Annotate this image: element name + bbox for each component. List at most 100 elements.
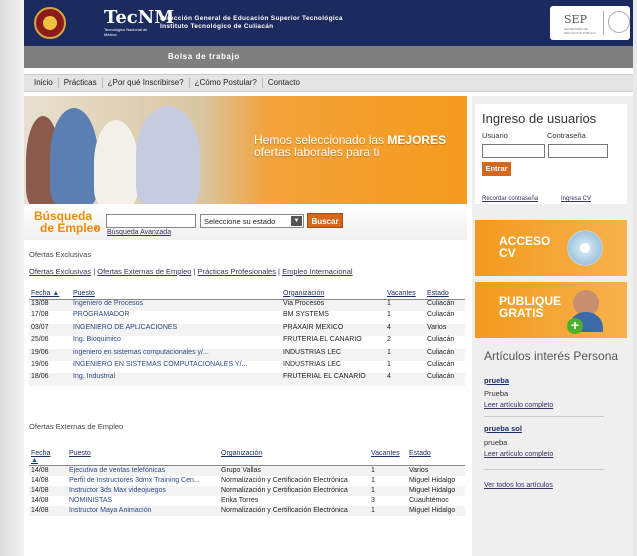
col-estado[interactable]: Estado	[407, 449, 465, 466]
table-row[interactable]: 14/08 Instructor 3ds Max videojuegos Norma…	[29, 486, 465, 496]
bolsa-title: Bolsa de trabajo	[168, 52, 240, 61]
col-vacantes[interactable]: Vacantes	[369, 449, 407, 466]
cell-puesto[interactable]: Instructor 3ds Max videojuegos	[67, 486, 219, 496]
cell-fecha: 19/06	[29, 360, 71, 374]
cell-puesto[interactable]: Ing. Bioquimico	[71, 336, 281, 349]
cell-puesto[interactable]: PROGRAMADOR	[71, 311, 281, 324]
cell-puesto[interactable]: INGENIERO DE APLICACIONES	[71, 323, 281, 337]
login-box: Ingreso de usuarios Usuario Contraseña E…	[475, 104, 627, 204]
cell-estado: Varios	[425, 323, 465, 337]
cell-organizacion: BM SYSTEMS	[281, 311, 385, 324]
table-header: Fecha ▲ Puesto Organización Vacantes Esta…	[29, 449, 465, 466]
col-puesto[interactable]: Puesto	[71, 288, 281, 300]
table-row[interactable]: 17/08 PROGRAMADOR BM SYSTEMS 1 Culiacán	[29, 311, 465, 324]
article-divider	[484, 416, 604, 417]
cell-fecha: 14/08	[29, 496, 67, 506]
sort-up-icon[interactable]: ▲	[52, 290, 59, 297]
advanced-search-link[interactable]: Búsqueda Avanzada	[107, 229, 171, 236]
filter-internacional[interactable]: Empleo Internacional	[282, 267, 352, 276]
cell-organizacion: Normalización y Certificación Electrónic…	[219, 476, 369, 486]
article-text-1: Prueba	[484, 389, 509, 398]
col-organizacion[interactable]: Organización	[281, 288, 385, 300]
col-organizacion[interactable]: Organización	[219, 449, 369, 466]
cell-puesto[interactable]: INGENIERO EN SISTEMAS COMPUTACIONALES Y/…	[71, 360, 281, 374]
table-row[interactable]: 14/08 NOMINISTAS Erika Torres 3 Cuauhtémoc	[29, 496, 465, 506]
cell-puesto[interactable]: Instructor Maya Animación	[67, 506, 219, 516]
article-read-more-2[interactable]: Leer artículo completo	[484, 451, 553, 458]
cell-estado: Miguel Hidalgo	[407, 486, 465, 496]
sort-up-icon[interactable]: ▲	[31, 457, 38, 464]
main-nav: Inicio Prácticas ¿Por qué Inscribirse? ¿…	[24, 74, 633, 92]
access-cv-banner[interactable]: ACCESO CV	[475, 220, 627, 276]
nav-como-postular[interactable]: ¿Cómo Postular?	[190, 78, 263, 88]
cell-puesto[interactable]: Ejecutiva de ventas telefónicas	[67, 465, 219, 476]
cell-organizacion: FRUTERIA EL CANARIO	[281, 336, 385, 349]
header-title: Dirección General de Educación Superior …	[160, 15, 343, 31]
job-search: Búsqueda de Empleo » Búsqueda Avanzada S…	[24, 206, 467, 240]
article-text-2: prueba	[484, 438, 508, 447]
col-fecha[interactable]: Fecha ▲	[29, 449, 67, 466]
article-link-1[interactable]: prueba	[484, 376, 509, 385]
banner-text: Hemos seleccionado las MEJORES ofertas l…	[254, 134, 446, 158]
table-row[interactable]: 14/08 Instructor Maya Animación Normalizac…	[29, 506, 465, 516]
table-row[interactable]: 03/07 INGENIERO DE APLICACIONES PRAXAIR ME…	[29, 323, 465, 337]
password-input[interactable]	[548, 144, 608, 158]
cell-puesto[interactable]: ingeniero en sistemas computacionales y/…	[71, 348, 281, 361]
col-puesto[interactable]: Puesto	[67, 449, 219, 466]
access-cv-label: ACCESO CV	[499, 234, 551, 260]
filter-exclusivas[interactable]: Ofertas Exclusivas	[29, 267, 91, 276]
login-button[interactable]: Entrar	[482, 162, 511, 176]
state-select[interactable]: Seleccione su estado ▼	[200, 214, 304, 228]
cell-puesto[interactable]: Ingeniero de Procesos	[71, 299, 281, 312]
table-row[interactable]: 25/06 Ing. Bioquimico FRUTERIA EL CANARIO 2…	[29, 336, 465, 349]
forgot-password-link[interactable]: Recordar contraseña	[482, 196, 538, 202]
banner-person-2	[50, 108, 98, 204]
table-row[interactable]: 19/06 INGENIERO EN SISTEMAS COMPUTACIONAL…	[29, 360, 465, 374]
sep-logo[interactable]: SEP SECRETARÍA DE EDUCACIÓN PÚBLICA	[550, 6, 630, 40]
cell-organizacion: Normalización y Certificación Electrónic…	[219, 506, 369, 516]
col-fecha[interactable]: Fecha ▲	[29, 288, 71, 300]
username-input[interactable]	[482, 144, 545, 158]
table-row[interactable]: 19/06 ingeniero en sistemas computacional…	[29, 348, 465, 361]
filter-practicas[interactable]: Prácticas Profesionales	[198, 267, 276, 276]
article-read-more-1[interactable]: Leer artículo completo	[484, 402, 553, 409]
nav-contacto[interactable]: Contacto	[263, 78, 305, 88]
cell-vacantes: 1	[385, 348, 425, 361]
exclusive-offers-title: Ofertas Exclusivas	[29, 250, 92, 259]
all-articles-link[interactable]: Ver todos los artículos	[484, 482, 553, 489]
submit-cv-link[interactable]: Ingresa CV	[561, 196, 591, 202]
banner-person-4	[136, 106, 200, 204]
cell-estado: Miguel Hidalgo	[407, 476, 465, 486]
search-input[interactable]	[106, 214, 196, 228]
cell-fecha: 14/08	[29, 486, 67, 496]
cell-fecha: 14/08	[29, 465, 67, 476]
cell-puesto[interactable]: Perfil de Instructores 3dmx Training Cen…	[67, 476, 219, 486]
cell-estado: Culiacán	[425, 348, 465, 361]
search-button[interactable]: Buscar	[307, 213, 343, 228]
col-vacantes[interactable]: Vacantes	[385, 288, 425, 300]
table-row[interactable]: 14/08 Ejecutiva de ventas telefónicas Grup…	[29, 465, 465, 476]
nav-practicas[interactable]: Prácticas	[59, 78, 103, 88]
col-estado[interactable]: Estado	[425, 288, 465, 300]
table-row[interactable]: 13/08 Ingeniero de Procesos Via Procesos 1 C…	[29, 299, 465, 312]
header-title-line1: Dirección General de Educación Superior …	[160, 15, 343, 22]
table-row[interactable]: 18/06 Ing. Industrial FRUTERIAL EL CANARIO…	[29, 373, 465, 386]
cell-puesto[interactable]: Ing. Industrial	[71, 373, 281, 386]
nav-por-que-inscribirse[interactable]: ¿Por qué Inscribirse?	[103, 78, 190, 88]
state-select-value: Seleccione su estado	[204, 217, 276, 226]
sep-divider	[603, 11, 604, 35]
nav-inicio[interactable]: Inicio	[24, 78, 59, 88]
article-link-2[interactable]: prueba sol	[484, 424, 522, 433]
publish-free-banner[interactable]: PUBLIQUE GRATIS +	[475, 282, 627, 338]
right-sidebar: Ingreso de usuarios Usuario Contraseña E…	[472, 96, 633, 556]
site-header: TecNM Tecnológico Nacional de México Dir…	[24, 0, 633, 46]
search-title-line2: de Empleo	[40, 221, 101, 235]
filter-externas[interactable]: Ofertas Externas de Empleo	[97, 267, 191, 276]
tecnm-logo[interactable]: TecNM Tecnológico Nacional de México	[104, 9, 174, 38]
itc-logo[interactable]	[34, 7, 66, 39]
chevron-down-icon[interactable]: ▼	[291, 216, 302, 226]
cell-puesto[interactable]: NOMINISTAS	[67, 496, 219, 506]
table-row[interactable]: 14/08 Perfil de Instructores 3dmx Trainin…	[29, 476, 465, 486]
cd-icon	[567, 230, 603, 266]
offer-filters: Ofertas Exclusivas | Ofertas Externas de…	[29, 267, 353, 276]
